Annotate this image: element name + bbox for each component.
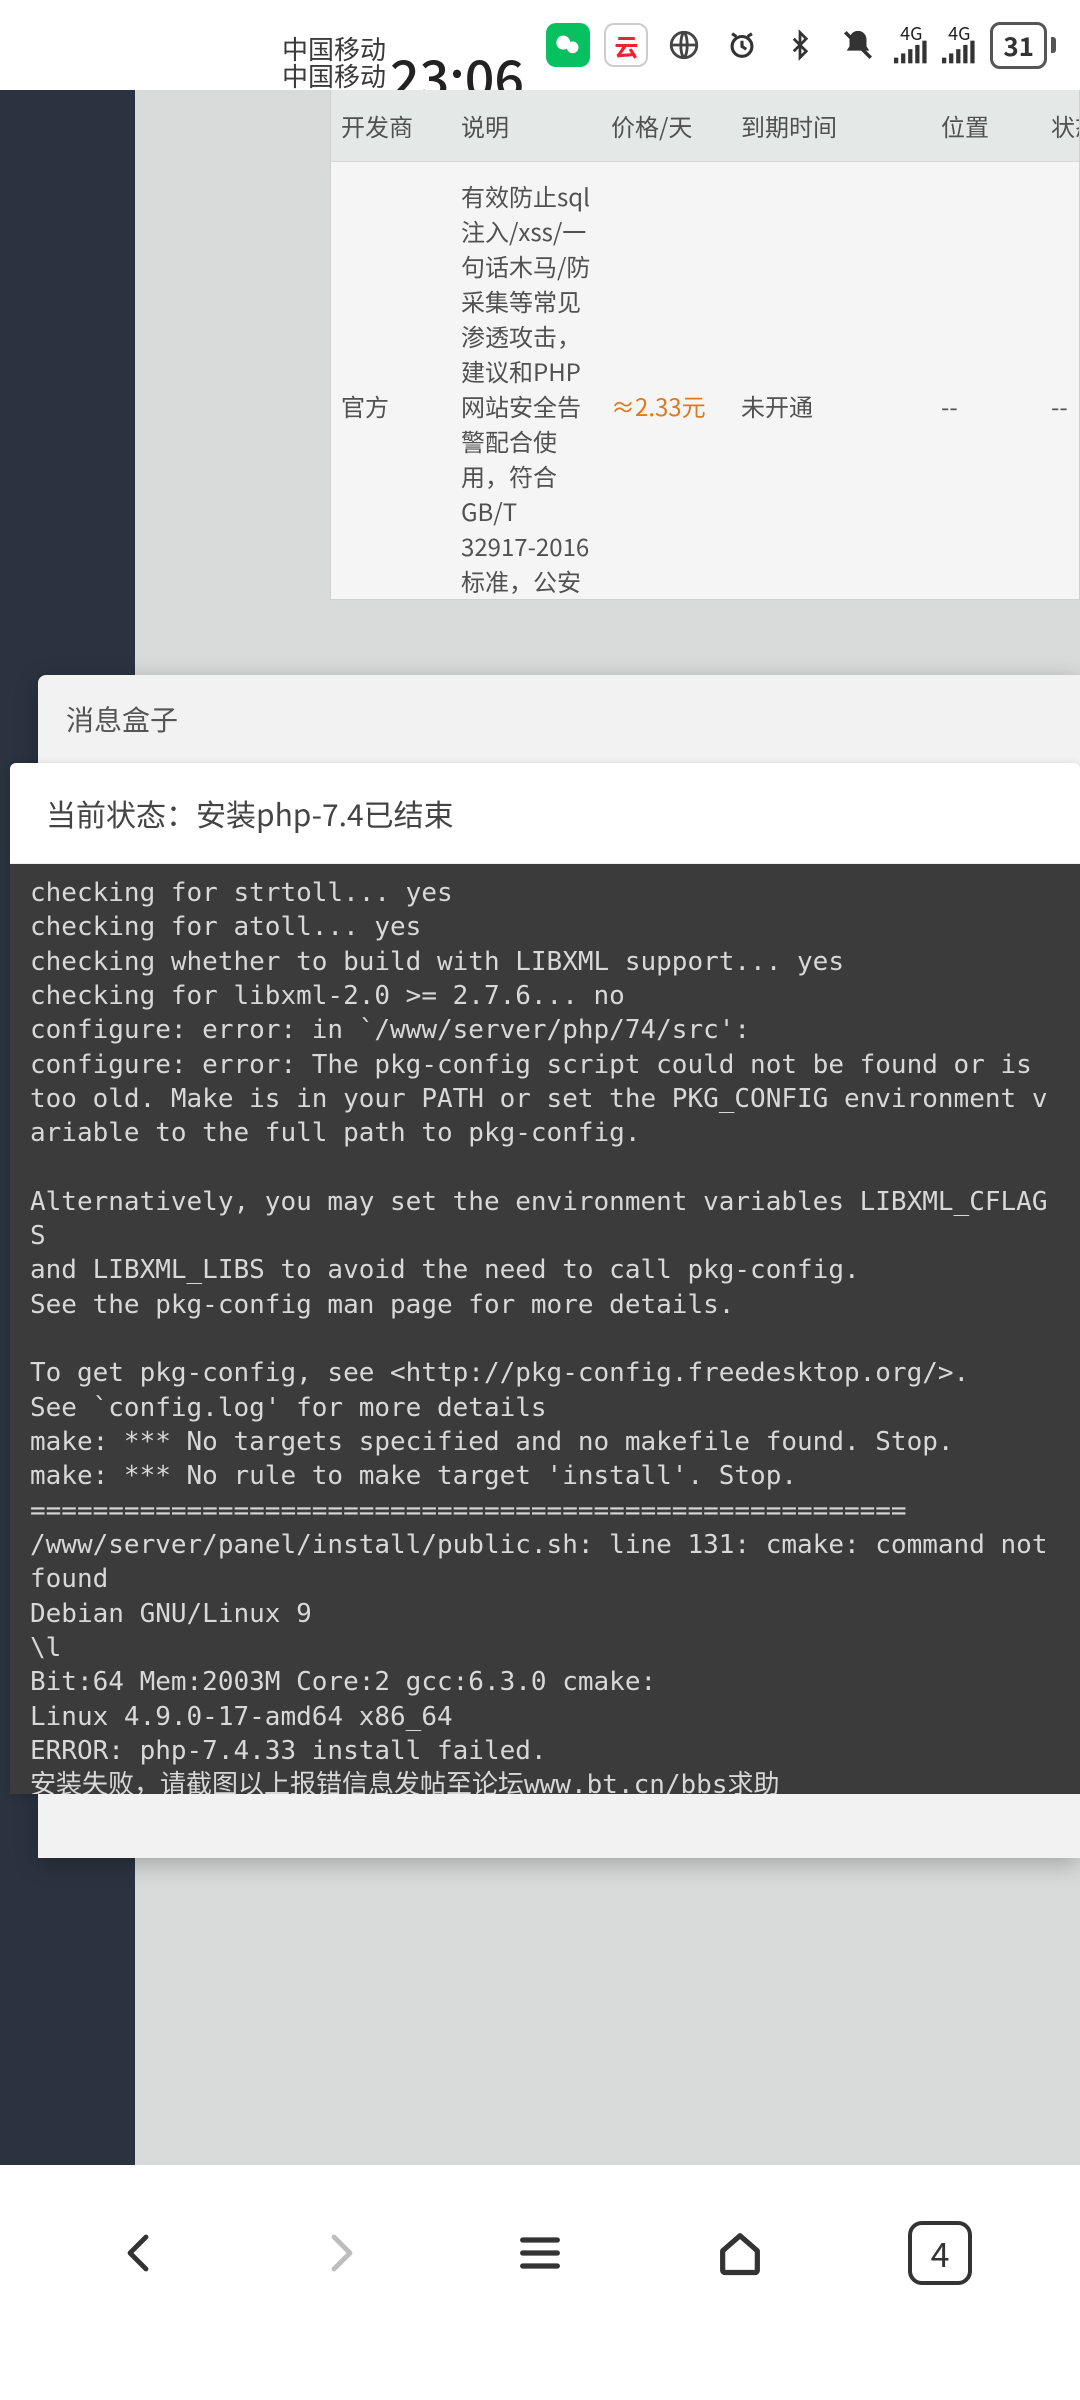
status-icons: 云 4G 4G 31 — [546, 22, 1056, 69]
tab-count: 4 — [908, 2221, 972, 2285]
cell-description: 有效防止sql注入/xss/一句话木马/防采集等常见渗透攻击，建议和PHP网站安… — [451, 162, 601, 601]
status-text: 安装php-7.4已结束 — [196, 791, 454, 835]
menu-button[interactable] — [505, 2218, 575, 2288]
cloud-app-icon: 云 — [604, 23, 648, 67]
th-developer: 开发商 — [331, 90, 451, 162]
battery-indicator: 31 — [990, 22, 1056, 69]
th-position: 位置 — [931, 90, 1041, 162]
cell-position: -- — [931, 162, 1041, 601]
message-box-modal: 消息盒子 当前状态：安装php-7.4已结束 checking for strt… — [38, 675, 1080, 1858]
carrier-2: 中国移动 — [282, 62, 386, 89]
status-prefix: 当前状态： — [46, 791, 196, 835]
cell-developer: 官方 — [331, 162, 451, 601]
task-status-header: 当前状态：安装php-7.4已结束 — [10, 763, 1080, 864]
browser-bottom-nav: 4 — [0, 2165, 1080, 2400]
forward-button[interactable] — [305, 2218, 375, 2288]
carrier-labels: 中国移动 中国移动 — [282, 35, 386, 90]
plugin-table: 开发商 说明 价格/天 到期时间 位置 状态 官方 有效防止sql注入/xss/… — [330, 90, 1080, 600]
alarm-icon — [720, 23, 764, 67]
task-panel: 当前状态：安装php-7.4已结束 checking for strtoll..… — [10, 763, 1080, 1794]
cell-expiry: 未开通 — [731, 162, 931, 601]
home-button[interactable] — [705, 2218, 775, 2288]
back-button[interactable] — [105, 2218, 175, 2288]
cell-status: -- — [1041, 162, 1080, 601]
table-header-row: 开发商 说明 价格/天 到期时间 位置 状态 — [331, 90, 1080, 162]
th-price: 价格/天 — [601, 90, 731, 162]
signal-2-icon: 4G — [942, 26, 976, 64]
signal-1-icon: 4G — [894, 26, 928, 64]
bluetooth-icon — [778, 23, 822, 67]
modal-title: 消息盒子 — [38, 675, 1080, 763]
th-expiry: 到期时间 — [731, 90, 931, 162]
wechat-icon — [546, 23, 590, 67]
terminal-output[interactable]: checking for strtoll... yes checking for… — [10, 864, 1080, 1794]
th-description: 说明 — [451, 90, 601, 162]
table-row[interactable]: 官方 有效防止sql注入/xss/一句话木马/防采集等常见渗透攻击，建议和PHP… — [331, 162, 1080, 601]
modal-footer-space — [38, 1794, 1080, 1858]
globe-icon — [662, 23, 706, 67]
notifications-muted-icon — [836, 23, 880, 67]
app-viewport: 开发商 说明 价格/天 到期时间 位置 状态 官方 有效防止sql注入/xss/… — [0, 90, 1080, 2165]
tabs-button[interactable]: 4 — [905, 2218, 975, 2288]
cell-price: ≈2.33元 — [601, 162, 731, 601]
th-status: 状态 — [1041, 90, 1080, 162]
status-bar: 中国移动 中国移动 23:06 云 4G 4G 31 — [0, 0, 1080, 90]
battery-pct: 31 — [990, 22, 1047, 69]
